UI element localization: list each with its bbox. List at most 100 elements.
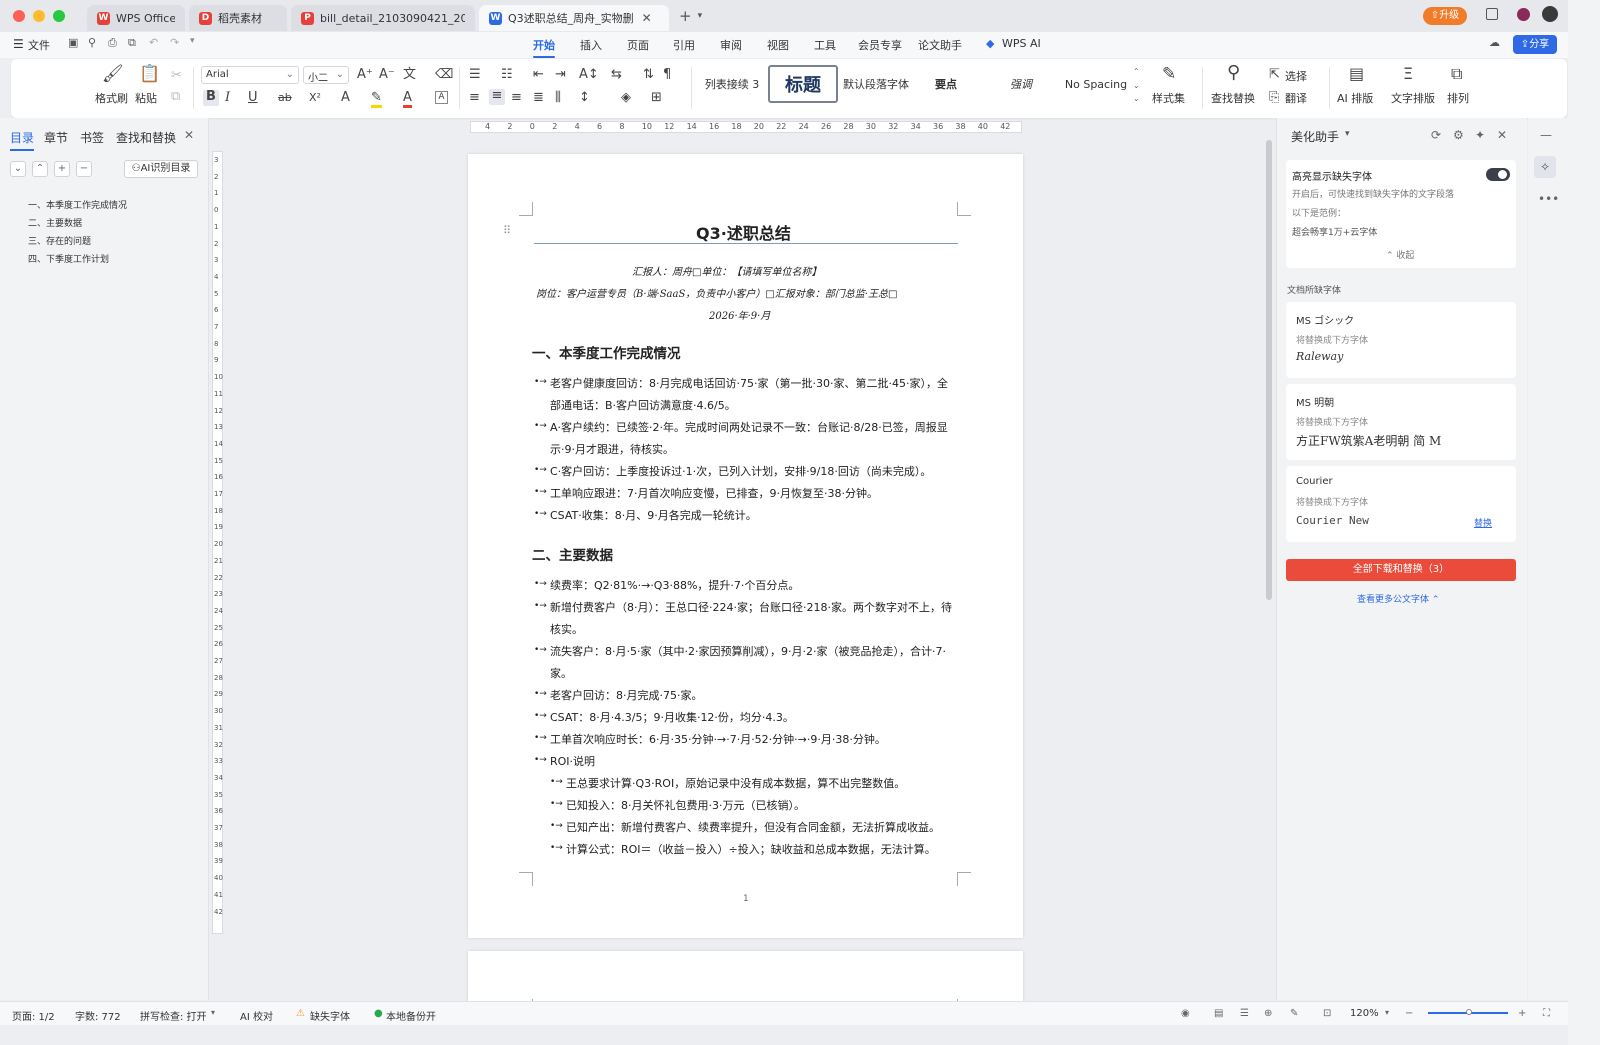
chevron-down-icon[interactable]: ▾ [698, 11, 703, 21]
tab-docer[interactable]: D 稻壳素材 [189, 5, 287, 31]
tab-q3-summary[interactable]: W Q3述职总结_周舟_实物删 ✕ [479, 5, 669, 31]
zoom-level[interactable]: 120% [1350, 1008, 1379, 1019]
outline-view-icon[interactable]: ☰ [1240, 1008, 1249, 1019]
web-view-icon[interactable]: ⊕ [1264, 1008, 1272, 1019]
bullet-list-icon[interactable]: ☰ [469, 68, 481, 82]
zoom-in-icon[interactable]: + [1518, 1008, 1526, 1019]
style-title[interactable]: 标题 [768, 65, 838, 103]
style-set-button[interactable]: 样式集 [1152, 90, 1185, 106]
close-tab-icon[interactable]: ✕ [642, 11, 652, 25]
zoom-slider-handle[interactable] [1466, 1009, 1472, 1015]
add-icon[interactable]: + [54, 161, 70, 177]
text-layout-button[interactable]: 文字排版 [1391, 90, 1435, 106]
style-set-icon[interactable]: ✎ [1162, 66, 1176, 83]
ai-layout-icon[interactable]: ▤ [1349, 66, 1364, 82]
text-effect-icon[interactable]: A [341, 91, 350, 105]
toc-item[interactable]: 四、下季度工作计划 [28, 252, 109, 265]
arrange-button[interactable]: 排列 [1447, 90, 1469, 106]
collapse-button[interactable]: ⌃ 收起 [1386, 248, 1414, 261]
zoom-out-icon[interactable]: − [1405, 1008, 1413, 1019]
refresh-icon[interactable]: ⟳ [1431, 128, 1441, 142]
more-icon[interactable]: ▾ [190, 36, 195, 46]
paste-button[interactable]: 粘贴 [135, 90, 157, 106]
char-border-icon[interactable]: A [435, 91, 448, 104]
spell-check[interactable]: 拼写检查: 打开 [140, 1008, 207, 1023]
page-indicator[interactable]: 页面: 1/2 [12, 1008, 55, 1023]
backup-status[interactable]: 本地备份开 [386, 1008, 436, 1023]
translate-button[interactable]: 翻译 [1285, 90, 1307, 106]
style-default-para[interactable]: 默认段落字体 [841, 65, 911, 103]
line-spacing-icon[interactable]: ↕ [579, 91, 590, 105]
underline-icon[interactable]: U [248, 91, 258, 105]
search-icon[interactable]: ⚲ [1227, 64, 1240, 82]
format-painter-icon[interactable]: 🖌 [102, 66, 124, 83]
tab-find-replace[interactable]: 查找和替换 [116, 129, 176, 146]
style-emphasis[interactable]: 强调 [986, 65, 1056, 103]
upgrade-button[interactable]: ⇧升级 [1423, 7, 1467, 25]
remove-icon[interactable]: − [76, 161, 92, 177]
expand-icon[interactable]: ⌃ [32, 161, 48, 177]
redo-icon[interactable]: ↷ [170, 36, 179, 49]
edit-view-icon[interactable]: ✎ [1290, 1008, 1298, 1019]
tab-toc[interactable]: 目录 [10, 129, 35, 151]
numbered-list-icon[interactable]: ☷ [501, 68, 513, 82]
avatar[interactable] [1542, 6, 1558, 22]
print-icon[interactable]: ⎙ [108, 36, 117, 50]
highlight-toggle[interactable] [1486, 168, 1510, 181]
menu-icon[interactable]: ☰ [13, 37, 24, 51]
save-icon[interactable]: ▣ [68, 36, 78, 49]
ai-toc-button[interactable]: ⚇AI识别目录 [124, 160, 198, 178]
tab-chapters[interactable]: 章节 [44, 129, 68, 146]
fullscreen-icon[interactable]: ⛶ [1543, 1008, 1550, 1019]
font-color-icon[interactable]: A [403, 91, 412, 108]
shrink-font-icon[interactable]: A⁻ [379, 68, 395, 82]
vertical-scrollbar[interactable] [1266, 140, 1272, 600]
app-icon[interactable] [1517, 8, 1530, 21]
tab-reference[interactable]: 引用 [673, 37, 695, 53]
word-count[interactable]: 字数: 772 [75, 1008, 121, 1023]
share-link-icon[interactable]: ⚲ [88, 36, 96, 49]
cloud-icon[interactable]: ☁ [1489, 36, 1500, 49]
tab-view[interactable]: 视图 [767, 37, 789, 53]
more-icon[interactable]: ••• [1538, 192, 1559, 206]
clear-format-icon[interactable]: ⌫ [435, 68, 453, 82]
text-layout-icon[interactable]: Ξ [1403, 66, 1413, 82]
text-direction-icon[interactable]: A↕ [579, 68, 599, 82]
close-window-button[interactable] [13, 10, 25, 22]
style-no-spacing[interactable]: No Spacing [1057, 65, 1135, 103]
sort-icon[interactable]: ⇅ [643, 68, 654, 82]
align-right-icon[interactable]: ≡ [511, 91, 522, 105]
eye-icon[interactable]: ◉ [1181, 1008, 1190, 1019]
ai-layout-button[interactable]: AI 排版 [1337, 90, 1373, 106]
replace-link[interactable]: 替换 [1474, 516, 1492, 529]
tab-thesis[interactable]: 论文助手 [918, 37, 962, 53]
gear-icon[interactable]: ⚙ [1453, 128, 1464, 142]
translate-icon[interactable]: ⎘ [1269, 91, 1279, 105]
window-layout-icon[interactable] [1486, 8, 1498, 20]
font-size-select[interactable]: 小二 ⌄ [303, 66, 349, 84]
strikethrough-icon[interactable]: ab [278, 91, 292, 105]
distribute-icon[interactable]: ⫼ [555, 91, 561, 105]
cut-icon[interactable]: ✂ [171, 69, 182, 83]
minimize-window-button[interactable] [33, 10, 45, 22]
download-replace-all-button[interactable]: 全部下载和替换（3） [1286, 559, 1516, 581]
chevron-down-icon[interactable]: ▾ [1345, 129, 1350, 139]
pin-icon[interactable]: ✦ [1475, 128, 1485, 142]
tab-tools[interactable]: 工具 [814, 37, 836, 53]
find-replace-button[interactable]: 查找替换 [1211, 90, 1255, 106]
toc-item[interactable]: 一、本季度工作完成情况 [28, 198, 127, 211]
grow-font-icon[interactable]: A⁺ [357, 68, 373, 82]
style-key-point[interactable]: 要点 [911, 65, 981, 103]
increase-indent-icon[interactable]: ⇥ [555, 68, 566, 82]
zoom-window-button[interactable] [53, 10, 65, 22]
horizontal-ruler[interactable]: 4 2 0 2 4 6 8 10 12 14 16 18 20 22 24 26 28 30 32 34 36 38 40 4… [470, 121, 1022, 133]
document-page[interactable]: ⠿ Q3·述职总结 汇报人：周舟□单位：【请填写单位名称】 岗位：客户运营专员（… [468, 154, 1023, 938]
close-icon[interactable]: ✕ [184, 128, 194, 142]
close-icon[interactable]: ✕ [1497, 128, 1507, 142]
chinese-layout-icon[interactable]: ⇆ [611, 68, 622, 82]
file-menu[interactable]: 文件 [28, 37, 50, 53]
border-icon[interactable]: ⊞ [651, 91, 662, 105]
fit-page-icon[interactable]: ⊡ [1323, 1008, 1331, 1019]
share-button[interactable]: ⇪分享 [1513, 35, 1557, 54]
beautify-icon[interactable]: ✧ [1534, 156, 1556, 178]
